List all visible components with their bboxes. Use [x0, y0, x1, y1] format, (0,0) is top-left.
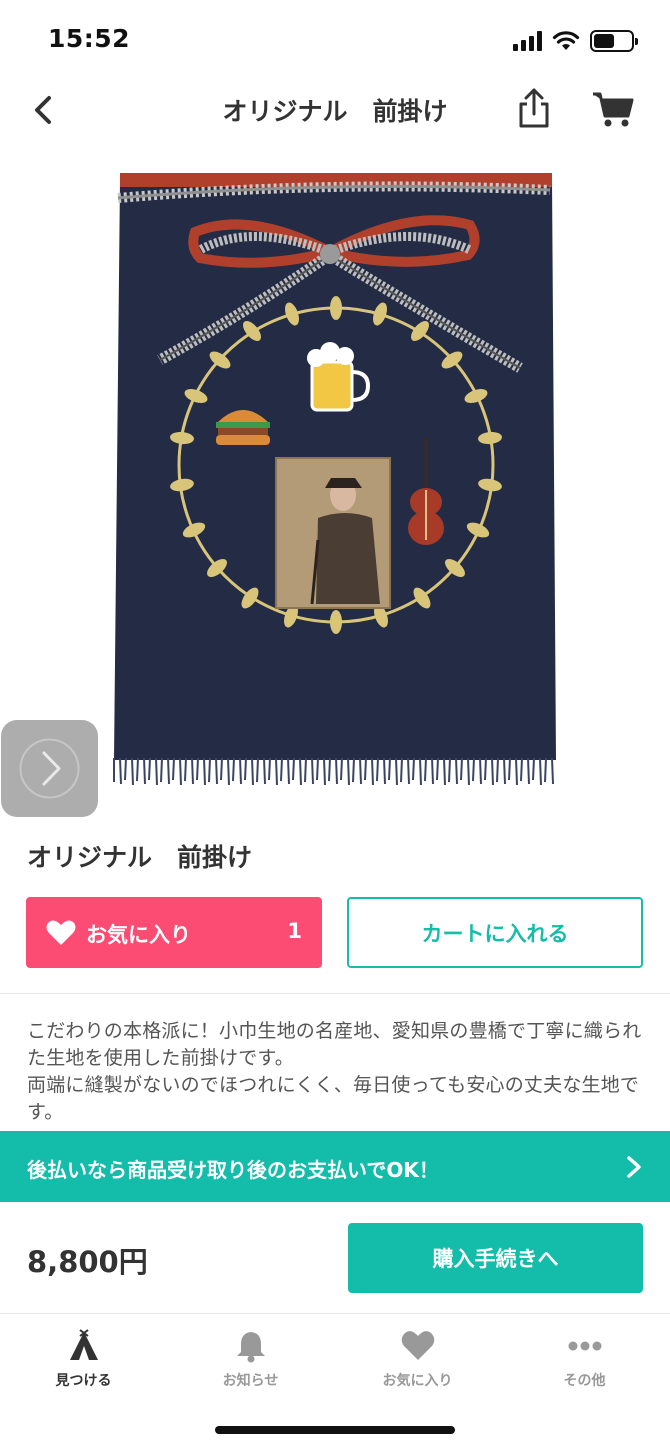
- apron-illustration: [113, 173, 556, 786]
- checkout-button[interactable]: 購入手続きへ: [348, 1223, 643, 1293]
- divider: [0, 993, 670, 994]
- status-time: 15:52: [48, 24, 131, 53]
- payment-banner-text: 後払いなら商品受け取り後のお支払いでOK！: [27, 1158, 439, 1182]
- product-title: オリジナル 前掛け: [27, 843, 253, 872]
- tab-label: 見つける: [55, 1373, 112, 1389]
- tab-label: お知らせ: [222, 1373, 279, 1389]
- status-icons: [513, 28, 638, 54]
- tab-notifications[interactable]: お知らせ: [167, 1314, 334, 1404]
- tab-label: その他: [563, 1373, 606, 1389]
- product-description: こだわりの本格派に！小巾生地の名産地、愛知県の豊橋で丁寧に織られた生地を使用した…: [27, 1020, 642, 1123]
- cart-icon[interactable]: [590, 86, 636, 132]
- favorite-label: お気に入り: [86, 923, 191, 947]
- battery-icon: [590, 30, 638, 52]
- nav-bar: オリジナル 前掛け: [0, 80, 670, 140]
- portrait-photo: [275, 457, 391, 609]
- apron-fringe: [113, 757, 554, 786]
- tab-more[interactable]: その他: [501, 1314, 668, 1404]
- price: 8,800円: [27, 1245, 148, 1279]
- add-to-cart-button[interactable]: カートに入れる: [347, 897, 643, 968]
- chevron-right-icon: [19, 738, 80, 799]
- heart-icon: [46, 920, 76, 945]
- favorite-button[interactable]: お気に入り 1: [26, 897, 322, 968]
- page-title: オリジナル 前掛け: [222, 97, 448, 126]
- gallery-next-button[interactable]: [1, 720, 98, 817]
- tab-discover[interactable]: 見つける: [0, 1314, 167, 1404]
- chevron-right-icon: [627, 1156, 641, 1178]
- wifi-icon: [552, 31, 580, 50]
- bell-icon: [236, 1332, 265, 1363]
- status-bar: 15:52: [0, 0, 670, 80]
- tab-favorites[interactable]: お気に入り: [334, 1314, 501, 1404]
- battery-level: [594, 34, 614, 48]
- favorite-count: 1: [287, 919, 302, 943]
- home-indicator: [215, 1426, 455, 1434]
- tab-label: お気に入り: [382, 1373, 453, 1389]
- signal-icon: [513, 31, 542, 51]
- tent-icon: [69, 1329, 98, 1360]
- product-image[interactable]: [0, 140, 670, 818]
- share-icon[interactable]: [512, 86, 556, 132]
- deferred-payment-banner[interactable]: 後払いなら商品受け取り後のお支払いでOK！: [0, 1131, 670, 1202]
- heart-icon: [401, 1331, 434, 1360]
- more-icon: [568, 1341, 601, 1351]
